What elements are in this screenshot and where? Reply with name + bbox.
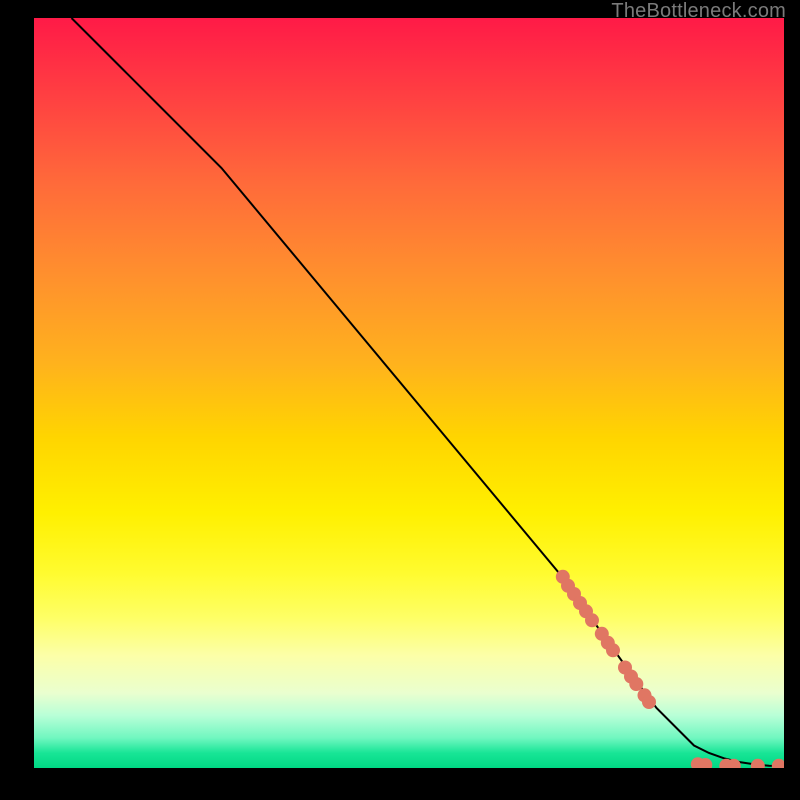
data-point (585, 613, 599, 627)
curve-line (72, 18, 785, 766)
data-point (629, 677, 643, 691)
chart-svg (34, 18, 784, 768)
data-point (642, 695, 656, 709)
data-point (606, 643, 620, 657)
chart-area (34, 18, 784, 768)
data-point (772, 759, 784, 768)
data-point (751, 759, 765, 768)
attribution-label: TheBottleneck.com (611, 0, 786, 23)
data-points (556, 570, 784, 768)
